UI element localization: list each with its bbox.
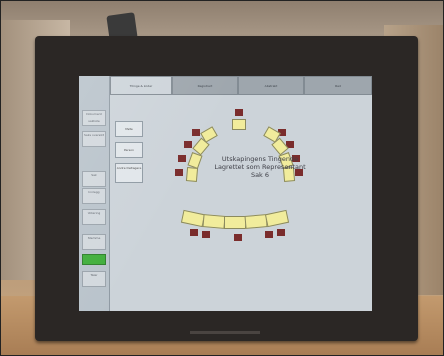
- photo-border: [0, 0, 444, 356]
